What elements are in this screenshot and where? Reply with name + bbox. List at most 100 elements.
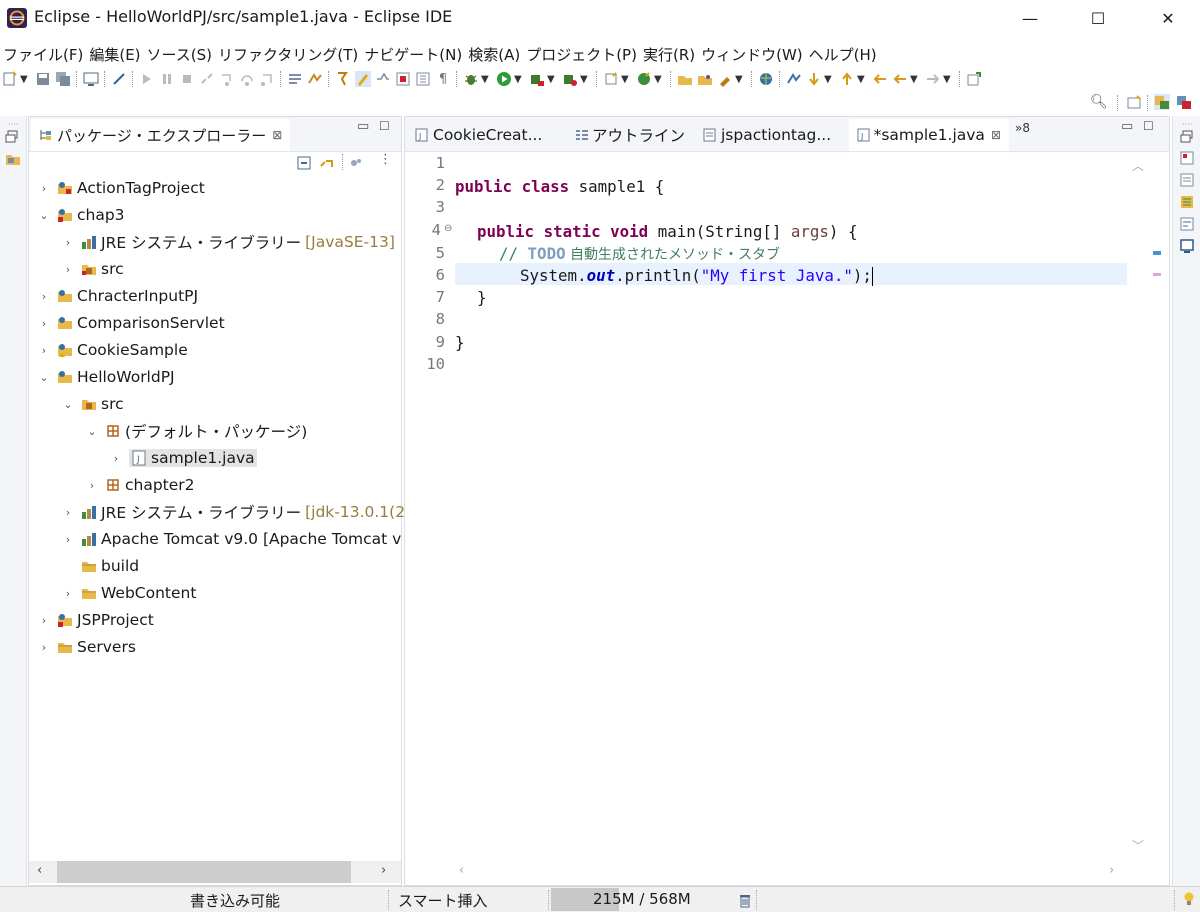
tree-item-apache-tomcat[interactable]: › Apache Tomcat v9.0 [Apache Tomcat v bbox=[61, 526, 402, 552]
drop-to-frame-icon[interactable] bbox=[287, 71, 303, 87]
suspend-icon[interactable] bbox=[159, 71, 175, 87]
step-return-icon[interactable] bbox=[259, 71, 275, 87]
tree-item-comparisonservlet[interactable]: › ComparisonServlet bbox=[37, 310, 225, 336]
tab-sample1-java[interactable]: J *sample1.java ⊠ bbox=[849, 119, 1009, 151]
chevron-right-icon[interactable]: › bbox=[37, 641, 51, 654]
skip-breakpoints-icon[interactable] bbox=[111, 71, 127, 87]
new-server-icon[interactable] bbox=[603, 71, 619, 87]
last-edit-location-icon[interactable] bbox=[872, 71, 888, 87]
annotation-icon[interactable] bbox=[786, 71, 802, 87]
toggle-breadcrumb-icon[interactable] bbox=[375, 71, 391, 87]
resume-icon[interactable] bbox=[139, 71, 155, 87]
menu-project[interactable]: プロジェクト(P) bbox=[523, 44, 640, 65]
new-java-class-icon[interactable] bbox=[636, 71, 652, 87]
chevron-right-icon[interactable]: › bbox=[37, 614, 51, 627]
tree-item-jspproject[interactable]: › JSPProject bbox=[37, 607, 154, 633]
back-icon[interactable] bbox=[892, 71, 908, 87]
chevron-down-icon[interactable]: ⌄ bbox=[85, 425, 99, 438]
scroll-up-icon[interactable]: ︿ bbox=[1132, 157, 1144, 174]
terminate-icon[interactable] bbox=[179, 71, 195, 87]
scroll-down-icon[interactable]: ﹀ bbox=[1132, 837, 1144, 854]
scroll-right-icon[interactable]: › bbox=[1109, 863, 1114, 878]
tree-item-build[interactable]: build bbox=[81, 553, 139, 579]
tab-jspactiontag[interactable]: jspactiontag... bbox=[695, 119, 845, 151]
open-type-icon[interactable] bbox=[677, 71, 693, 87]
save-icon[interactable] bbox=[35, 71, 51, 87]
search-icon[interactable]: 🔍︎ bbox=[1090, 94, 1108, 110]
maximize-button[interactable]: ☐ bbox=[1068, 0, 1128, 36]
menu-file[interactable]: ファイル(F) bbox=[0, 44, 86, 65]
chevron-down-icon[interactable]: ▼ bbox=[580, 74, 590, 85]
tree-item-jre-jdk13[interactable]: › JRE システム・ライブラリー [jdk-13.0.1(2)] bbox=[61, 499, 417, 525]
show-whitespace-icon[interactable] bbox=[415, 71, 431, 87]
external-tools-icon[interactable] bbox=[562, 71, 578, 87]
minimize-view-icon[interactable]: ▭ bbox=[1121, 119, 1133, 134]
step-into-icon[interactable] bbox=[219, 71, 235, 87]
maximize-view-icon[interactable]: ☐ bbox=[1143, 119, 1154, 133]
scrollbar-thumb[interactable] bbox=[57, 861, 351, 883]
tab-outline[interactable]: アウトライン bbox=[567, 119, 693, 151]
open-perspective-icon[interactable] bbox=[1126, 95, 1142, 111]
java-perspective-icon[interactable] bbox=[1176, 94, 1192, 110]
java-ee-perspective-icon[interactable] bbox=[1154, 94, 1170, 110]
tree-item-servers[interactable]: › Servers bbox=[37, 634, 136, 660]
chevron-right-icon[interactable]: › bbox=[61, 236, 75, 249]
chevron-right-icon[interactable]: › bbox=[61, 263, 75, 276]
minimize-button[interactable]: — bbox=[1000, 0, 1060, 36]
horizontal-scrollbar[interactable]: ‹ › bbox=[29, 861, 401, 883]
menu-refactor[interactable]: リファクタリング(T) bbox=[215, 44, 361, 65]
tab-close-icon[interactable]: ⊠ bbox=[272, 128, 282, 142]
use-step-filters-icon[interactable] bbox=[307, 71, 323, 87]
tab-package-explorer[interactable]: パッケージ・エクスプローラー ⊠ bbox=[31, 119, 291, 151]
overview-occurrence-marker[interactable] bbox=[1153, 273, 1161, 276]
menu-run[interactable]: 実行(R) bbox=[640, 44, 698, 65]
tree-item-default-package[interactable]: ⌄ (デフォルト・パッケージ) bbox=[85, 418, 307, 444]
debug-icon[interactable] bbox=[463, 71, 479, 87]
chevron-right-icon[interactable]: › bbox=[61, 533, 75, 546]
outline-view-icon[interactable] bbox=[1179, 172, 1195, 188]
tree-item-webcontent[interactable]: › WebContent bbox=[61, 580, 197, 606]
chevron-down-icon[interactable]: ▼ bbox=[735, 74, 745, 85]
disconnect-icon[interactable] bbox=[199, 71, 215, 87]
markers-view-icon[interactable] bbox=[1179, 194, 1195, 210]
chevron-down-icon[interactable]: ▼ bbox=[621, 74, 631, 85]
chevron-down-icon[interactable]: ▼ bbox=[943, 74, 953, 85]
menu-navigate[interactable]: ナビゲート(N) bbox=[361, 44, 465, 65]
new-java-project-icon[interactable] bbox=[335, 71, 351, 87]
menu-source[interactable]: ソース(S) bbox=[144, 44, 215, 65]
restore-icon[interactable] bbox=[1180, 130, 1194, 144]
next-annotation-icon[interactable] bbox=[806, 71, 822, 87]
tree-item-src[interactable]: ⌄ src bbox=[61, 391, 123, 417]
chevron-down-icon[interactable]: ⌄ bbox=[37, 209, 51, 222]
new-icon[interactable] bbox=[2, 71, 18, 87]
link-with-editor-icon[interactable] bbox=[319, 156, 335, 170]
chevron-right-icon[interactable]: › bbox=[37, 344, 51, 357]
menu-help[interactable]: ヘルプ(H) bbox=[806, 44, 880, 65]
chevron-right-icon[interactable]: › bbox=[61, 587, 75, 600]
status-insert-mode[interactable]: スマート挿入 bbox=[398, 890, 488, 911]
chevron-down-icon[interactable]: ⌄ bbox=[37, 371, 51, 384]
tree-item-sample1-java[interactable]: › J sample1.java bbox=[109, 445, 257, 471]
run-icon[interactable] bbox=[496, 71, 512, 87]
block-selection-icon[interactable] bbox=[395, 71, 411, 87]
open-web-browser-icon[interactable] bbox=[758, 71, 774, 87]
menu-edit[interactable]: 編集(E) bbox=[86, 44, 143, 65]
console-icon[interactable] bbox=[83, 71, 99, 87]
chevron-down-icon[interactable]: ▼ bbox=[547, 74, 557, 85]
chevron-right-icon[interactable]: › bbox=[109, 452, 123, 465]
fold-collapse-icon[interactable]: ⊖ bbox=[444, 223, 452, 234]
heap-status[interactable]: 215M / 568M bbox=[551, 888, 731, 911]
tree-item-helloworldpj[interactable]: ⌄ HelloWorldPJ bbox=[37, 364, 174, 390]
close-button[interactable]: ✕ bbox=[1138, 0, 1198, 36]
lightbulb-icon[interactable] bbox=[1183, 891, 1195, 907]
tab-cookiecreat[interactable]: J CookieCreat... bbox=[407, 119, 557, 151]
package-explorer-trim-icon[interactable] bbox=[5, 152, 21, 166]
tree-item-actiontagproject[interactable]: › ActionTagProject bbox=[37, 175, 205, 201]
step-over-icon[interactable] bbox=[239, 71, 255, 87]
chevron-right-icon[interactable]: › bbox=[37, 290, 51, 303]
console-view-icon[interactable] bbox=[1179, 238, 1195, 254]
chevron-right-icon[interactable]: › bbox=[37, 317, 51, 330]
open-task-icon[interactable] bbox=[697, 71, 713, 87]
servers-view-icon[interactable] bbox=[1179, 216, 1195, 232]
forward-icon[interactable] bbox=[925, 71, 941, 87]
